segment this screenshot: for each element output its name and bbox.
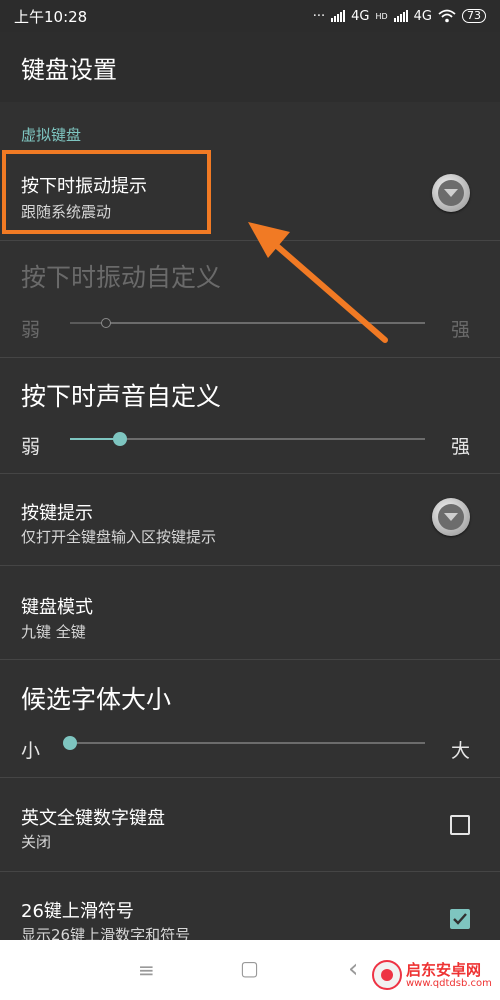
- slider-min-label: 弱: [21, 319, 41, 341]
- setting-key-hint[interactable]: 按键提示 仅打开全键盘输入区按键提示: [0, 474, 500, 566]
- setting-title: 26键上滑符号: [21, 901, 134, 922]
- sound-slider[interactable]: [70, 432, 425, 446]
- slider-max-label: 强: [451, 319, 471, 341]
- page-title: 键盘设置: [21, 55, 117, 84]
- slider-min-label: 弱: [21, 436, 41, 458]
- signal-icon: [331, 10, 346, 22]
- checkbox[interactable]: [450, 815, 470, 835]
- app-bar: 键盘设置: [0, 32, 500, 102]
- signal-icon-2: [393, 10, 408, 22]
- setting-subtitle: 关闭: [21, 833, 52, 851]
- status-time: 上午10:28: [14, 7, 88, 26]
- watermark-url: www.qdtdsb.com: [406, 977, 492, 989]
- slider-max-label: 大: [451, 740, 471, 762]
- dropdown-button[interactable]: [432, 498, 470, 536]
- annotation-highlight-box: [2, 150, 211, 234]
- home-icon[interactable]: ▢: [240, 956, 259, 980]
- status-bar: 上午10:28 ··· 4G HD 4G 73: [0, 0, 500, 32]
- setting-vibrate-custom: 按下时振动自定义 弱 强: [0, 241, 500, 358]
- slider-track: [70, 318, 425, 328]
- network-label-2: 4G: [413, 8, 432, 24]
- setting-swipe-symbols[interactable]: 26键上滑符号 显示26键上滑数字和符号: [0, 872, 500, 944]
- section-title-virtual-keyboard: 虚拟键盘: [21, 126, 82, 144]
- chevron-down-icon: [438, 504, 464, 530]
- back-icon[interactable]: ‹: [348, 954, 358, 984]
- setting-english-numeric-keyboard[interactable]: 英文全键数字键盘 关闭: [0, 778, 500, 872]
- wifi-icon: [438, 9, 456, 23]
- slider-thumb[interactable]: [112, 432, 127, 446]
- dropdown-button[interactable]: [432, 174, 470, 212]
- slider-thumb[interactable]: [63, 736, 77, 750]
- hd-label: HD: [375, 11, 388, 21]
- slider-thumb: [100, 318, 111, 328]
- font-size-slider[interactable]: [63, 736, 425, 750]
- setting-subtitle: 仅打开全键盘输入区按键提示: [21, 528, 217, 546]
- setting-candidate-font-size[interactable]: 候选字体大小 小 大: [0, 660, 500, 778]
- watermark-logo-icon: [372, 960, 402, 990]
- status-icons: ··· 4G HD 4G 73: [313, 9, 486, 24]
- setting-keyboard-mode[interactable]: 键盘模式 九键 全键: [0, 566, 500, 660]
- setting-title: 按下时声音自定义: [21, 382, 222, 411]
- network-label-1: 4G: [351, 8, 370, 24]
- status-dots: ···: [312, 8, 326, 24]
- setting-title: 按下时振动自定义: [21, 263, 222, 292]
- menu-icon[interactable]: ≡: [138, 958, 155, 982]
- watermark-title: 启东安卓网: [406, 960, 482, 979]
- setting-title: 按键提示: [21, 503, 93, 524]
- setting-sound-custom[interactable]: 按下时声音自定义 弱 强: [0, 358, 500, 474]
- setting-title: 英文全键数字键盘: [21, 808, 165, 829]
- setting-title: 候选字体大小: [21, 685, 172, 714]
- slider-max-label: 强: [451, 436, 471, 458]
- watermark: 启东安卓网 www.qdtdsb.com: [372, 960, 492, 990]
- setting-title: 键盘模式: [21, 597, 93, 618]
- checkbox-checked[interactable]: [450, 909, 470, 929]
- setting-subtitle: 九键 全键: [21, 623, 86, 641]
- slider-min-label: 小: [21, 740, 41, 762]
- chevron-down-icon: [438, 180, 464, 206]
- battery-icon: 73: [462, 9, 486, 23]
- check-icon: [453, 913, 467, 925]
